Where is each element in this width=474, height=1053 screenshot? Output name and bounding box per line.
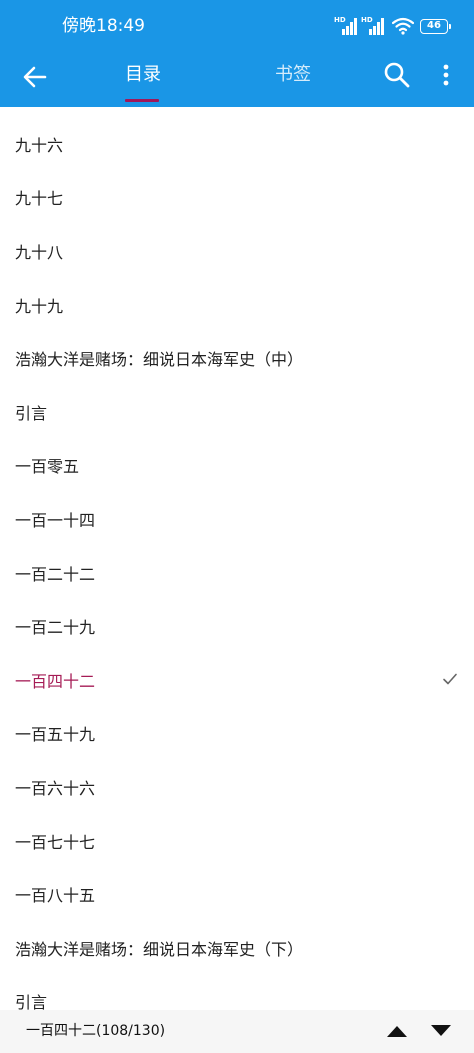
chapter-item[interactable]: 一百六十六 xyxy=(0,760,474,814)
chapter-title: 九十六 xyxy=(15,135,64,155)
battery-level: 46 xyxy=(427,19,441,31)
chapter-item[interactable]: 一百一十四 xyxy=(0,492,474,546)
chapter-title: 九十七 xyxy=(15,189,64,209)
app-header: 傍晚18:49 HD HD 46 目录 书签 xyxy=(0,0,474,107)
checkmark-icon xyxy=(443,673,457,685)
chapter-title: 一百二十二 xyxy=(15,564,96,584)
chapter-item[interactable]: 一百八十五 xyxy=(0,867,474,921)
chapter-title: 浩瀚大洋是赌场：细说日本海军史（中） xyxy=(15,350,304,370)
chapter-title: 一百六十六 xyxy=(15,778,96,798)
chapter-list[interactable]: 九十六 九十七 九十八 九十九 浩瀚大洋是赌场：细说日本海军史（中） 引言 一百… xyxy=(0,117,474,1010)
back-arrow-icon[interactable] xyxy=(18,60,52,94)
chapter-item[interactable]: 九十九 xyxy=(0,278,474,332)
chapter-title: 九十九 xyxy=(15,296,64,316)
tab-bookmarks[interactable]: 书签 xyxy=(275,62,311,88)
chapter-item[interactable]: 浩瀚大洋是赌场：细说日本海军史（下） xyxy=(0,921,474,975)
reading-progress-label: 一百四十二(108/130) xyxy=(26,1023,166,1039)
search-icon[interactable] xyxy=(382,60,412,90)
battery-icon: 46 xyxy=(420,18,451,34)
signal-icon: HD xyxy=(334,16,358,36)
chapter-title: 浩瀚大洋是赌场：细说日本海军史（下） xyxy=(15,939,304,959)
chapter-item[interactable]: 一百零五 xyxy=(0,439,474,493)
bottom-bar: 一百四十二(108/130) xyxy=(0,1010,474,1053)
chapter-title: 一百二十九 xyxy=(15,618,96,638)
chapter-item-current[interactable]: 一百四十二 xyxy=(0,653,474,707)
tab-toc[interactable]: 目录 xyxy=(125,62,161,88)
chapter-title: 九十八 xyxy=(15,242,64,262)
active-tab-indicator xyxy=(125,99,159,102)
status-time: 傍晚18:49 xyxy=(62,16,145,36)
chapter-title: 一百八十五 xyxy=(15,886,96,906)
status-icons: HD HD 46 xyxy=(334,14,451,38)
toolbar: 目录 书签 xyxy=(0,50,474,107)
chapter-item[interactable]: 引言 xyxy=(0,975,474,1010)
chapter-title: 引言 xyxy=(15,993,48,1010)
chapter-item[interactable]: 引言 xyxy=(0,385,474,439)
chapter-title: 引言 xyxy=(15,403,48,423)
chapter-item[interactable]: 浩瀚大洋是赌场：细说日本海军史（中） xyxy=(0,331,474,385)
chapter-item[interactable]: 一百五十九 xyxy=(0,707,474,761)
chapter-title: 一百一十四 xyxy=(15,510,96,530)
wifi-icon xyxy=(392,17,414,35)
chapter-item[interactable]: 九十七 xyxy=(0,171,474,225)
more-vertical-icon[interactable] xyxy=(436,62,456,90)
scroll-up-icon[interactable] xyxy=(386,1024,408,1038)
signal-icon: HD xyxy=(361,16,385,36)
chapter-item[interactable]: 九十六 xyxy=(0,117,474,171)
chapter-title: 一百七十七 xyxy=(15,832,96,852)
chapter-item[interactable]: 一百七十七 xyxy=(0,814,474,868)
chapter-title: 一百五十九 xyxy=(15,725,96,745)
chapter-item[interactable]: 一百二十九 xyxy=(0,599,474,653)
scroll-down-icon[interactable] xyxy=(430,1024,452,1038)
chapter-title: 一百零五 xyxy=(15,457,80,477)
chapter-title: 一百四十二 xyxy=(15,671,96,691)
status-bar: 傍晚18:49 HD HD 46 xyxy=(0,0,474,50)
chapter-item[interactable]: 九十八 xyxy=(0,224,474,278)
chapter-item[interactable]: 一百二十二 xyxy=(0,546,474,600)
